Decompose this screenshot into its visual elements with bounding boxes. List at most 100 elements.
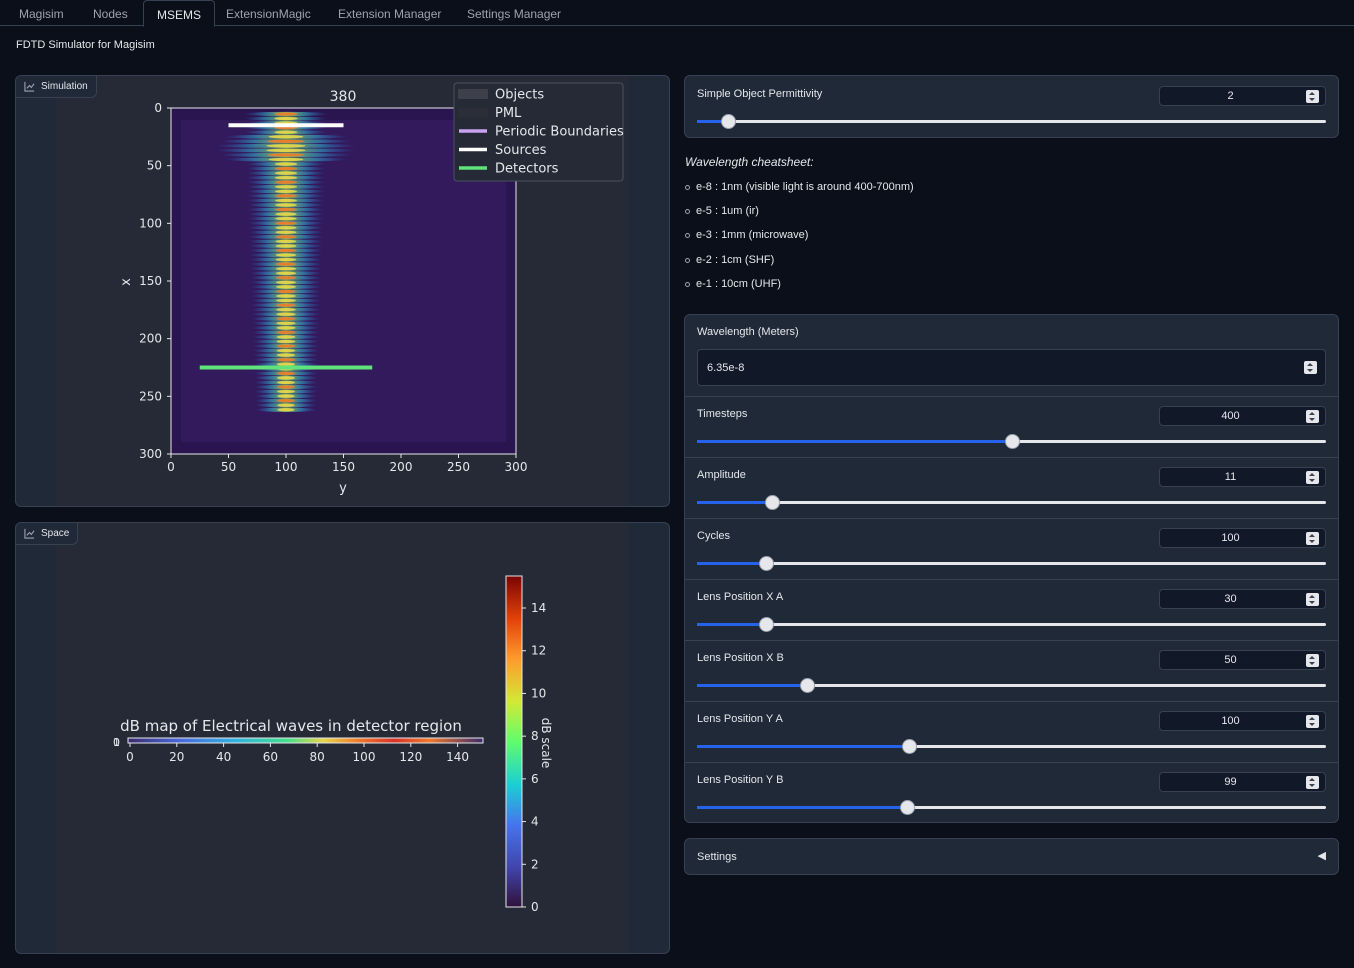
chart-icon: [24, 81, 35, 92]
slider-handle[interactable]: [901, 739, 917, 754]
cheatsheet-item: e-5 : 1um (ir): [685, 205, 759, 217]
legend-label: Detectors: [495, 162, 559, 177]
wave-fringe-core: [276, 339, 296, 344]
slider-handle[interactable]: [759, 617, 775, 632]
timesteps-number-input[interactable]: 400: [1159, 406, 1326, 426]
spinner-icon[interactable]: [1306, 471, 1319, 484]
lens-position-x-b-value: 50: [1224, 654, 1237, 666]
wave-fringe-core: [275, 212, 297, 216]
cheatsheet-title: Wavelength cheatsheet:: [685, 155, 814, 169]
lens-position-y-b-slider[interactable]: [697, 800, 1326, 815]
space-plot[interactable]: dB map of Electrical waves in detector r…: [56, 523, 631, 954]
amplitude-number-input[interactable]: 11: [1159, 467, 1326, 487]
colorbar-tick-label: 4: [531, 815, 539, 829]
timesteps-slider[interactable]: [697, 434, 1326, 449]
simulation-xlabel: y: [339, 481, 347, 496]
space-label: Space: [16, 523, 79, 545]
colorbar-tick-label: 8: [531, 729, 539, 743]
legend-label: Objects: [495, 88, 544, 103]
x-tick-label: 300: [505, 460, 528, 474]
amplitude-slider[interactable]: [697, 495, 1326, 510]
slider-handle[interactable]: [765, 495, 781, 510]
wave-fringe-core: [274, 162, 298, 166]
wave-fringe-core: [276, 335, 296, 339]
collapse-arrow-icon[interactable]: ◀: [1318, 849, 1326, 862]
cheatsheet-item: e-2 : 1cm (SHF): [685, 254, 774, 266]
spinner-icon[interactable]: [1304, 361, 1317, 374]
lens-position-x-a-slider[interactable]: [697, 617, 1326, 632]
legend-swatch: [458, 107, 488, 118]
slider-handle[interactable]: [759, 556, 775, 571]
y-tick-label: 200: [139, 332, 162, 346]
slider-fill: [697, 562, 767, 565]
wave-fringe-core: [275, 244, 297, 248]
space-label-text: Space: [41, 528, 70, 539]
wave-fringe-core: [277, 403, 295, 407]
simulation-label: Simulation: [16, 76, 97, 98]
tab-msems[interactable]: MSEMS: [143, 0, 216, 27]
x-tick-label: 20: [169, 750, 184, 764]
wave-fringe-core: [276, 371, 296, 375]
space-panel: Space dB map of Electrical waves in dete…: [15, 522, 670, 954]
lens-position-y-b-number-input[interactable]: 99: [1159, 772, 1326, 792]
tab-settings-manager[interactable]: Settings Manager: [467, 0, 561, 26]
wave-fringe-core: [274, 176, 298, 180]
x-tick-label: 80: [310, 750, 325, 764]
lens-position-x-b-number-input[interactable]: 50: [1159, 650, 1326, 670]
wave-fringe-core: [267, 153, 305, 157]
spinner-icon[interactable]: [1306, 532, 1319, 545]
tab-extension-manager[interactable]: Extension Manager: [338, 0, 441, 26]
spinner-icon[interactable]: [1306, 90, 1319, 103]
bullet-icon: [685, 208, 690, 214]
colorbar-tick-label: 12: [531, 644, 546, 658]
spinner-icon[interactable]: [1306, 715, 1319, 728]
simulation-label-text: Simulation: [41, 81, 88, 92]
tab-nodes[interactable]: Nodes: [93, 0, 128, 26]
legend-swatch: [458, 89, 488, 99]
lens-position-x-b-slider[interactable]: [697, 678, 1326, 693]
chart-icon: [24, 528, 35, 539]
amplitude-control: Amplitude 11: [685, 458, 1338, 519]
tab-extensionmagic[interactable]: ExtensionMagic: [226, 0, 311, 26]
cheatsheet-text: e-8 : 1nm (visible light is around 400-7…: [696, 181, 914, 193]
slider-handle[interactable]: [900, 800, 916, 815]
wave-fringe-core: [274, 116, 298, 121]
spinner-icon[interactable]: [1306, 776, 1319, 789]
db-map-strip: [127, 737, 484, 744]
permittivity-slider[interactable]: [697, 114, 1326, 129]
lens-position-x-b-control: Lens Position X B 50: [685, 641, 1338, 702]
cycles-slider[interactable]: [697, 556, 1326, 571]
settings-accordion[interactable]: Settings ◀: [684, 838, 1339, 875]
cycles-number-input[interactable]: 100: [1159, 528, 1326, 548]
lens-position-y-b-control: Lens Position Y B 99: [685, 763, 1338, 824]
spinner-icon[interactable]: [1306, 410, 1319, 423]
slider-handle[interactable]: [800, 678, 816, 693]
x-tick-label: 140: [446, 750, 469, 764]
lens-position-y-a-number-input[interactable]: 100: [1159, 711, 1326, 731]
cheatsheet-item: e-8 : 1nm (visible light is around 400-7…: [685, 181, 914, 193]
slider-handle[interactable]: [1004, 434, 1020, 449]
x-tick-label: 250: [447, 460, 470, 474]
cycles-value: 100: [1221, 532, 1240, 544]
cheatsheet-text: e-2 : 1cm (SHF): [696, 254, 775, 266]
slider-handle[interactable]: [721, 114, 737, 129]
wave-fringe-core: [274, 180, 298, 184]
bullet-icon: [685, 232, 690, 238]
permittivity-number-input[interactable]: 2: [1159, 86, 1326, 106]
simulation-plot[interactable]: 0 50 100 150 200 250 300 0 50 100 150 200 250 300 380…: [56, 76, 631, 507]
lens-position-x-a-number-input[interactable]: 30: [1159, 589, 1326, 609]
tab-magisim[interactable]: Magisim: [19, 0, 64, 26]
slider-fill: [697, 501, 773, 504]
colorbar-tick-label: 10: [531, 686, 546, 700]
spinner-icon[interactable]: [1306, 654, 1319, 667]
x-tick-label: 150: [332, 460, 355, 474]
wave-fringe-core: [277, 394, 295, 398]
space-title: dB map of Electrical waves in detector r…: [120, 717, 462, 735]
spinner-icon[interactable]: [1306, 593, 1319, 606]
amplitude-label: Amplitude: [697, 469, 746, 481]
simulation-panel: Simulation 0 50 100 150 200 250 300 0 50 100 150 20…: [15, 75, 670, 507]
lens-position-y-a-slider[interactable]: [697, 739, 1326, 754]
cheatsheet-item: e-3 : 1mm (microwave): [685, 229, 808, 241]
x-tick-label: 40: [216, 750, 231, 764]
wavelength-input[interactable]: 6.35e-8: [697, 349, 1326, 386]
